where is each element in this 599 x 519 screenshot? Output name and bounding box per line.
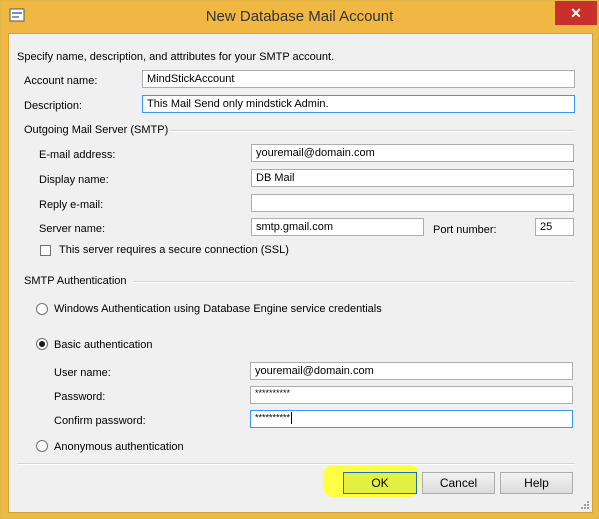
display-name-label: Display name: xyxy=(39,174,109,186)
anonymous-auth-label: Anonymous authentication xyxy=(54,441,184,453)
intro-text: Specify name, description, and attribute… xyxy=(17,51,335,63)
help-button[interactable]: Help xyxy=(500,472,573,494)
password-label: Password: xyxy=(54,391,106,403)
window-title: New Database Mail Account xyxy=(205,8,394,25)
reply-email-field[interactable] xyxy=(251,194,574,212)
group-divider xyxy=(169,130,575,132)
basic-auth-label: Basic authentication xyxy=(54,339,153,351)
display-name-field[interactable]: DB Mail xyxy=(251,169,574,187)
close-button[interactable]: ✕ xyxy=(555,1,597,25)
footer-divider xyxy=(17,463,575,465)
password-field[interactable]: ********** xyxy=(250,386,573,404)
description-field[interactable]: This Mail Send only mindstick Admin. xyxy=(142,95,575,113)
ok-button[interactable]: OK xyxy=(343,472,417,494)
username-label: User name: xyxy=(54,367,111,379)
confirm-password-field[interactable]: ********** xyxy=(250,410,573,428)
windows-auth-label: Windows Authentication using Database En… xyxy=(54,303,382,315)
anonymous-auth-radio[interactable] xyxy=(36,440,48,452)
port-number-label: Port number: xyxy=(433,224,497,236)
email-label: E-mail address: xyxy=(39,149,116,161)
description-label: Description: xyxy=(24,100,83,112)
email-field[interactable]: youremail@domain.com xyxy=(251,144,574,162)
ssl-label: This server requires a secure connection… xyxy=(59,244,289,256)
account-name-field[interactable]: MindStickAccount xyxy=(142,70,575,88)
windows-auth-radio[interactable] xyxy=(36,303,48,315)
text-caret xyxy=(291,412,293,424)
confirm-password-label: Confirm password: xyxy=(54,415,146,427)
title-bar[interactable]: New Database Mail Account ✕ xyxy=(1,1,598,33)
dialog-body: Specify name, description, and attribute… xyxy=(8,33,593,513)
server-name-label: Server name: xyxy=(39,223,106,235)
reply-email-label: Reply e-mail: xyxy=(39,199,104,211)
basic-auth-radio[interactable] xyxy=(36,338,48,350)
username-field[interactable]: youremail@domain.com xyxy=(250,362,573,380)
ssl-checkbox[interactable] xyxy=(40,245,51,256)
group-divider xyxy=(134,281,575,283)
confirm-password-value: ********** xyxy=(255,412,291,423)
server-name-field[interactable]: smtp.gmail.com xyxy=(251,218,424,236)
cancel-button[interactable]: Cancel xyxy=(422,472,495,494)
port-number-field[interactable]: 25 xyxy=(535,218,574,236)
dialog-window: New Database Mail Account ✕ Specify name… xyxy=(0,0,599,519)
outgoing-server-group-label: Outgoing Mail Server (SMTP) xyxy=(24,124,169,136)
close-icon: ✕ xyxy=(570,5,582,21)
smtp-auth-group-label: SMTP Authentication xyxy=(24,275,127,287)
account-name-label: Account name: xyxy=(24,75,98,87)
resize-grip-icon[interactable] xyxy=(580,500,590,510)
